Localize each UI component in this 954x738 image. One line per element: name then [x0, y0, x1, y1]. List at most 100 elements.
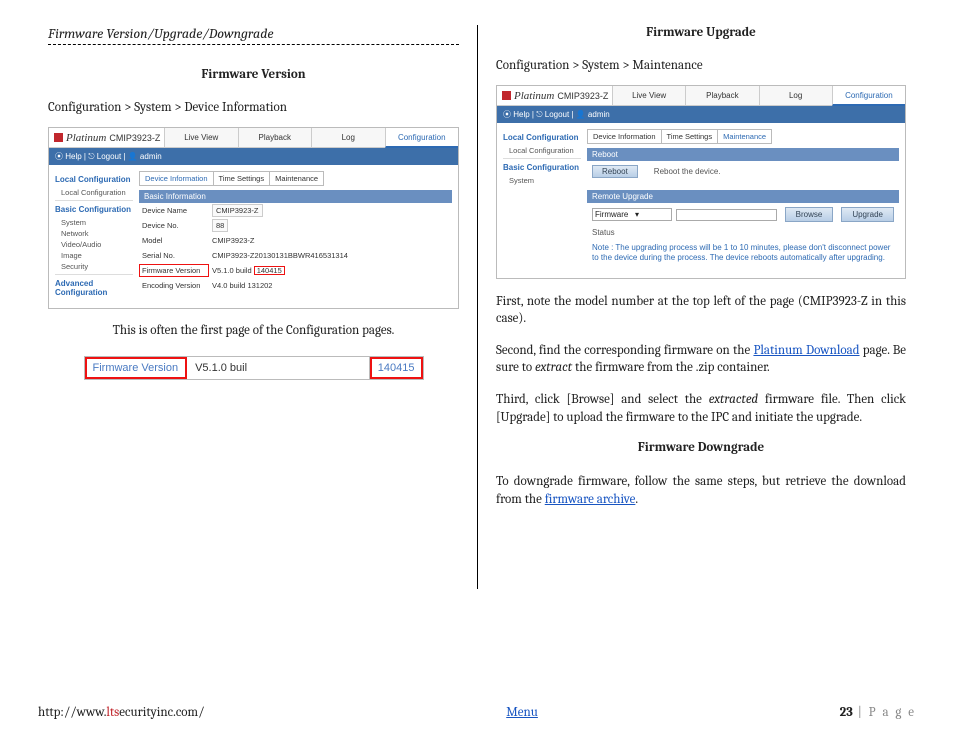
val-model: CMIP3923-Z [209, 234, 452, 247]
sidebar-item-image[interactable]: Image [61, 250, 133, 261]
upgrade-button[interactable]: Upgrade [841, 207, 894, 222]
subtab-maintenance[interactable]: Maintenance [270, 171, 324, 186]
breadcrumb-left: Configuration > System > Device Informat… [48, 100, 459, 115]
tab-log[interactable]: Log [311, 128, 385, 147]
link-firmware-archive[interactable]: firmware archive [545, 492, 636, 507]
ui-user-bar[interactable]: ⦿ Help | ⎋ Logout | 👤 admin [49, 148, 458, 165]
subtab-device-info-r[interactable]: Device Information [587, 129, 662, 144]
row-encoding: Encoding Version V4.0 build 131202 [139, 278, 452, 293]
main-tabs: Live View Playback Log Configuration [164, 128, 458, 147]
sidebar-head-basic-r: Basic Configuration [503, 163, 581, 172]
zoom-fw-date: 140415 [370, 357, 423, 379]
ui-main: Local Configuration Local Configuration … [49, 165, 458, 308]
zoom-fw-label: Firmware Version [85, 357, 188, 379]
section-title-version: Firmware Version [48, 67, 459, 82]
ui-content: Device Information Time Settings Mainten… [139, 165, 458, 308]
page-footer: http://www.ltsecurityinc.com/ Menu 23 | … [38, 705, 916, 720]
val-device-no[interactable]: 88 [212, 219, 228, 232]
sidebar-item-network[interactable]: Network [61, 228, 133, 239]
reboot-text: Reboot the device. [654, 167, 721, 176]
tab-playback-r[interactable]: Playback [685, 86, 758, 105]
val-serial: CMIP3923-Z20130131BBWR416531314 [209, 249, 452, 262]
upgrade-header: Remote Upgrade [587, 190, 899, 203]
reboot-button[interactable]: Reboot [592, 165, 638, 178]
ui-screenshot-maintenance: Platinum CMIP3923-Z Live View Playback L… [496, 85, 906, 279]
key-model: Model [139, 234, 209, 247]
para-third: Third, click [Browse] and select the ext… [496, 391, 906, 426]
sidebar-item-local-r[interactable]: Local Configuration [509, 145, 581, 156]
ui-topbar: Platinum CMIP3923-Z Live View Playback L… [49, 128, 458, 148]
subtab-device-info[interactable]: Device Information [139, 171, 214, 186]
sidebar-item-system-r[interactable]: System [509, 175, 581, 186]
subtab-maintenance-r[interactable]: Maintenance [718, 129, 772, 144]
left-column: Firmware Version/Upgrade/Downgrade Firmw… [38, 25, 477, 589]
right-column: Firmware Upgrade Configuration > System … [477, 25, 916, 589]
subtab-time-r[interactable]: Time Settings [662, 129, 719, 144]
tab-configuration-r[interactable]: Configuration [832, 86, 905, 106]
sidebar-item-system[interactable]: System [61, 217, 133, 228]
para-second: Second, find the corresponding firmware … [496, 342, 906, 377]
sidebar-item-security[interactable]: Security [61, 261, 133, 272]
main-tabs-r: Live View Playback Log Configuration [612, 86, 905, 105]
ui-content-r: Device Information Time Settings Mainten… [587, 123, 905, 278]
tab-log-r[interactable]: Log [759, 86, 832, 105]
ui-sidebar-r: Local Configuration Local Configuration … [497, 123, 587, 278]
ui-screenshot-device-info: Platinum CMIP3923-Z Live View Playback L… [48, 127, 459, 309]
ui-sidebar: Local Configuration Local Configuration … [49, 165, 139, 308]
subtabs-r: Device Information Time Settings Mainten… [587, 129, 899, 144]
logo-icon-r [502, 91, 511, 100]
section-title-downgrade: Firmware Downgrade [496, 440, 906, 455]
para-downgrade: To downgrade firmware, follow the same s… [496, 473, 906, 508]
subtab-time[interactable]: Time Settings [214, 171, 271, 186]
logo-brand: Platinum [66, 132, 106, 144]
val-firmware: V5.1.0 build 140415 [209, 264, 452, 277]
status-label: Status [587, 226, 899, 239]
sidebar-sep [55, 200, 133, 201]
row-device-no: Device No. 88 [139, 218, 452, 233]
section-title-upgrade: Firmware Upgrade [496, 25, 906, 40]
page-body: Firmware Version/Upgrade/Downgrade Firmw… [38, 25, 916, 589]
row-serial: Serial No. CMIP3923-Z20130131BBWR4165313… [139, 248, 452, 263]
caption-left: This is often the first page of the Conf… [48, 323, 459, 338]
key-encoding: Encoding Version [139, 279, 209, 292]
row-firmware: Firmware Version V5.1.0 build 140415 [139, 263, 452, 278]
val-device-name[interactable]: CMIP3923-Z [212, 204, 263, 217]
link-platinum-download[interactable]: Platinum Download [753, 343, 859, 358]
browse-button[interactable]: Browse [785, 207, 834, 222]
sidebar-sep-r [503, 158, 581, 159]
sidebar-sep2 [55, 274, 133, 275]
logo-model-r: CMIP3923-Z [557, 91, 608, 101]
zoom-strip: Firmware Version V5.1.0 buil 140415 [84, 356, 424, 380]
ui-user-bar-r[interactable]: ⦿ Help | ⎋ Logout | 👤 admin [497, 106, 905, 123]
sidebar-item-local[interactable]: Local Configuration [61, 187, 133, 198]
logo-brand-r: Platinum [514, 90, 554, 102]
footer-url[interactable]: http://www.ltsecurityinc.com/ [38, 705, 204, 720]
sidebar-item-videoaudio[interactable]: Video/Audio [61, 239, 133, 250]
tab-live-view-r[interactable]: Live View [612, 86, 685, 105]
breadcrumb-right: Configuration > System > Maintenance [496, 58, 906, 73]
logo-model: CMIP3923-Z [109, 133, 160, 143]
footer-page-number: 23 | P a g e [840, 705, 916, 720]
firmware-path-input[interactable] [676, 209, 777, 221]
upgrade-note: Note : The upgrading process will be 1 t… [587, 243, 899, 270]
zoom-fw-build: V5.1.0 buil [187, 357, 370, 379]
page-heading: Firmware Version/Upgrade/Downgrade [48, 25, 459, 45]
sidebar-head-local: Local Configuration [55, 175, 133, 184]
footer-menu-link[interactable]: Menu [506, 705, 538, 720]
tab-live-view[interactable]: Live View [164, 128, 238, 147]
key-device-no: Device No. [139, 219, 209, 232]
firmware-select[interactable]: Firmware ▾ [592, 208, 672, 221]
para-first: First, note the model number at the top … [496, 293, 906, 328]
subtabs: Device Information Time Settings Mainten… [139, 171, 452, 186]
reboot-header: Reboot [587, 148, 899, 161]
logo-icon [54, 133, 63, 142]
tab-configuration[interactable]: Configuration [385, 128, 459, 148]
key-firmware: Firmware Version [139, 264, 209, 277]
row-model: Model CMIP3923-Z [139, 233, 452, 248]
tab-playback[interactable]: Playback [238, 128, 312, 147]
fw-build: V5.1.0 build [212, 266, 252, 275]
key-device-name: Device Name [139, 204, 209, 217]
ui-main-r: Local Configuration Local Configuration … [497, 123, 905, 278]
basic-info-header: Basic Information [139, 190, 452, 203]
key-serial: Serial No. [139, 249, 209, 262]
